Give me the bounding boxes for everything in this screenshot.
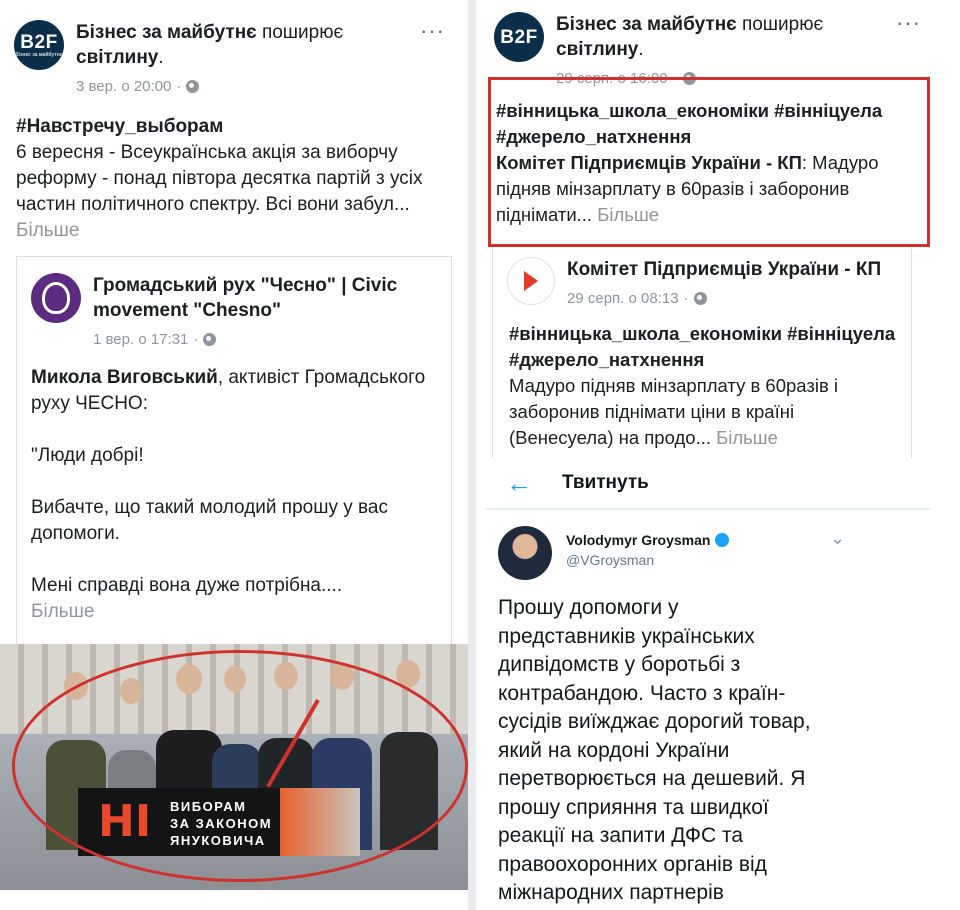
more-dots-icon[interactable]: ··· [420,18,445,44]
shared-post-meta: 1 вер. о 17:31 · [93,327,423,352]
tweet-author-handle[interactable]: @VGroysman [566,552,654,568]
shared-page-name-link[interactable]: Громадський рух "Чесно" | Civic movement… [93,275,397,321]
chevron-down-icon[interactable]: ⌄ [830,528,845,549]
garlic-logo-icon [42,282,70,314]
left-post-header: B2F бізнес за майбутнє Бізнес за майбутн… [14,20,343,99]
tweet-screenshot: ← Твитнуть Volodymyr Groysman @VGroysman… [486,458,930,910]
tweet-author-avatar[interactable] [498,526,552,580]
shared-post-meta: 29 серп. о 08:13 · [567,286,907,311]
post-action: поширює [741,14,824,35]
post-hashtag[interactable]: #Навстречу_выборам [16,116,223,137]
tweet-author-name-text: Volodymyr Groysman [566,532,711,548]
shared-post-card[interactable]: Громадський рух "Чесно" | Civic movement… [16,256,452,646]
shared-post-timestamp[interactable]: 1 вер. о 17:31 [93,327,188,352]
left-post-panel: B2F бізнес за майбутнє Бізнес за майбутн… [0,0,468,910]
shared-post-header: Громадський рух "Чесно" | Civic movement… [31,273,423,352]
panel-divider [468,0,476,910]
shared-author-link[interactable]: Микола Виговський [31,367,218,388]
shared-see-more-link[interactable]: Більше [31,599,441,625]
shared-header-text: Комітет Підприємців України - КП 29 серп… [567,257,907,311]
shared-post-header: Комітет Підприємців України - КП 29 серп… [507,257,907,311]
avatar-sublabel: бізнес за майбутнє [15,51,63,58]
globe-icon [203,333,217,346]
post-timestamp[interactable]: 3 вер. о 20:00 [76,74,171,99]
post-meta: 3 вер. о 20:00 · [76,74,343,99]
chesno-avatar[interactable] [31,273,81,323]
globe-icon [186,80,200,93]
kp-logo-icon [524,271,538,291]
red-highlight-box [488,77,930,247]
shared-post-text: Мадуро підняв мінзарплату в 60разів і за… [509,375,839,448]
post-text: 6 вересня - Всеукраїнська акція за вибор… [16,142,423,215]
shared-post-body: #вінницька_школа_економіки #вінніцуела #… [509,321,901,451]
page-avatar[interactable]: B2F бізнес за майбутнє [14,20,64,70]
globe-icon [693,292,707,305]
page-avatar[interactable]: B2F [494,12,544,62]
shared-post-body: Микола Виговський, активіст Громадського… [31,365,441,625]
avatar-label: B2F [20,31,58,53]
shared-page-name-link[interactable]: Комітет Підприємців України - КП [567,259,881,280]
verified-icon [715,533,730,547]
page-name-link[interactable]: Бізнес за майбутнє [556,14,737,35]
post-target-link[interactable]: світлину [556,39,638,60]
shared-line-3: Мені справді вона дуже потрібна.... [31,575,343,596]
post-target-link[interactable]: світлину [76,47,158,68]
shared-line-2: Вибачте, що такий молодий прошу у вас до… [31,497,388,544]
post-header-text: Бізнес за майбутнє поширює світлину. 3 в… [76,20,343,99]
tweet-top-bar: ← Твитнуть [486,458,930,510]
shared-post-timestamp[interactable]: 29 серп. о 08:13 [567,286,679,311]
tweet-bar-title: Твитнуть [562,472,649,493]
tweet-text: Прошу допомоги у представників українськ… [498,596,811,904]
post-body: #Навстречу_выборам 6 вересня - Всеукраїн… [16,114,446,244]
back-arrow-icon[interactable]: ← [506,468,532,499]
post-action: поширює [261,22,344,43]
shared-see-more-link[interactable]: Більше [716,427,778,448]
avatar-label: B2F [500,26,538,48]
shared-line-1: "Люди добрі! [31,445,144,466]
red-highlight-oval [12,650,468,882]
kp-avatar[interactable] [507,257,555,305]
shared-post-card[interactable]: Комітет Підприємців України - КП 29 серп… [492,246,912,462]
more-dots-icon[interactable]: ··· [896,10,921,36]
shared-hashtags[interactable]: #вінницька_школа_економіки #вінніцуела #… [509,323,895,370]
page-name-link[interactable]: Бізнес за майбутнє [76,22,257,43]
shared-header-text: Громадський рух "Чесно" | Civic movement… [93,273,423,352]
tweet-author-name[interactable]: Volodymyr Groysman [566,532,730,548]
see-more-link[interactable]: Більше [16,220,80,241]
